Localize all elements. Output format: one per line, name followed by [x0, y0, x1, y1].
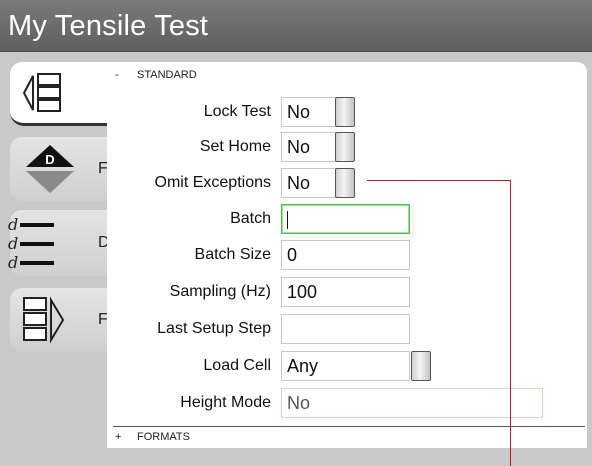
set-home-label: Set Home	[199, 138, 271, 155]
last-setup-step-input[interactable]	[281, 314, 410, 344]
omit-exceptions-dropdown-button[interactable]	[335, 168, 355, 198]
section-standard-label: STANDARD	[137, 69, 197, 81]
section-formats[interactable]: + FORMATS	[115, 431, 190, 443]
row-batch-size: Batch Size 0	[107, 238, 587, 272]
batch-input[interactable]	[281, 204, 410, 234]
batch-size-label: Batch Size	[194, 246, 271, 263]
text-cursor	[287, 211, 288, 230]
data-lines-icon: d d d	[8, 215, 54, 272]
batch-size-input[interactable]: 0	[281, 240, 410, 270]
sampling-input[interactable]: 100	[281, 277, 410, 307]
load-cell-select[interactable]: Any	[281, 351, 410, 381]
svg-text:d: d	[8, 253, 18, 272]
leader-line-vertical	[510, 180, 511, 466]
set-home-select[interactable]: No	[281, 132, 337, 162]
results-panels-icon	[23, 296, 65, 344]
batch-label: Batch	[230, 210, 271, 227]
load-cell-label: Load Cell	[203, 357, 271, 374]
row-sampling: Sampling (Hz) 100	[107, 275, 587, 309]
row-lock-test: Lock Test No	[107, 95, 587, 129]
setup-panels-icon	[22, 73, 61, 112]
row-set-home: Set Home No	[107, 130, 587, 164]
svg-text:D: D	[45, 152, 54, 167]
section-standard[interactable]: - STANDARD	[115, 69, 197, 81]
set-home-dropdown-button[interactable]	[335, 132, 355, 162]
window-title: My Tensile Test	[8, 10, 209, 42]
settings-panel: - STANDARD Lock Test No Set Home No Omit …	[107, 62, 587, 448]
load-cell-dropdown-button[interactable]	[411, 351, 431, 381]
expand-toggle[interactable]: +	[115, 431, 137, 443]
row-height-mode: Height Mode No	[107, 386, 587, 420]
leader-line-horizontal	[367, 180, 511, 181]
row-load-cell: Load Cell Any	[107, 349, 587, 383]
omit-exceptions-select[interactable]: No	[281, 168, 337, 198]
row-batch: Batch	[107, 202, 587, 236]
formats-divider	[113, 426, 585, 427]
svg-text:d: d	[8, 234, 18, 253]
section-formats-label: FORMATS	[137, 431, 190, 443]
collapse-toggle[interactable]: -	[115, 69, 137, 81]
title-bar: My Tensile Test	[0, 0, 592, 52]
height-mode-label: Height Mode	[180, 394, 271, 411]
omit-exceptions-label: Omit Exceptions	[154, 174, 271, 191]
lock-test-select[interactable]: No	[281, 97, 337, 127]
lock-test-label: Lock Test	[203, 103, 271, 120]
last-setup-step-label: Last Setup Step	[157, 320, 271, 337]
row-last-setup-step: Last Setup Step	[107, 312, 587, 346]
sampling-label: Sampling (Hz)	[169, 283, 271, 300]
height-mode-value[interactable]: No	[281, 388, 543, 418]
delta-diamond-icon: D	[26, 145, 74, 193]
row-omit-exceptions: Omit Exceptions No	[107, 166, 587, 200]
svg-text:d: d	[8, 215, 18, 234]
lock-test-dropdown-button[interactable]	[335, 97, 355, 127]
